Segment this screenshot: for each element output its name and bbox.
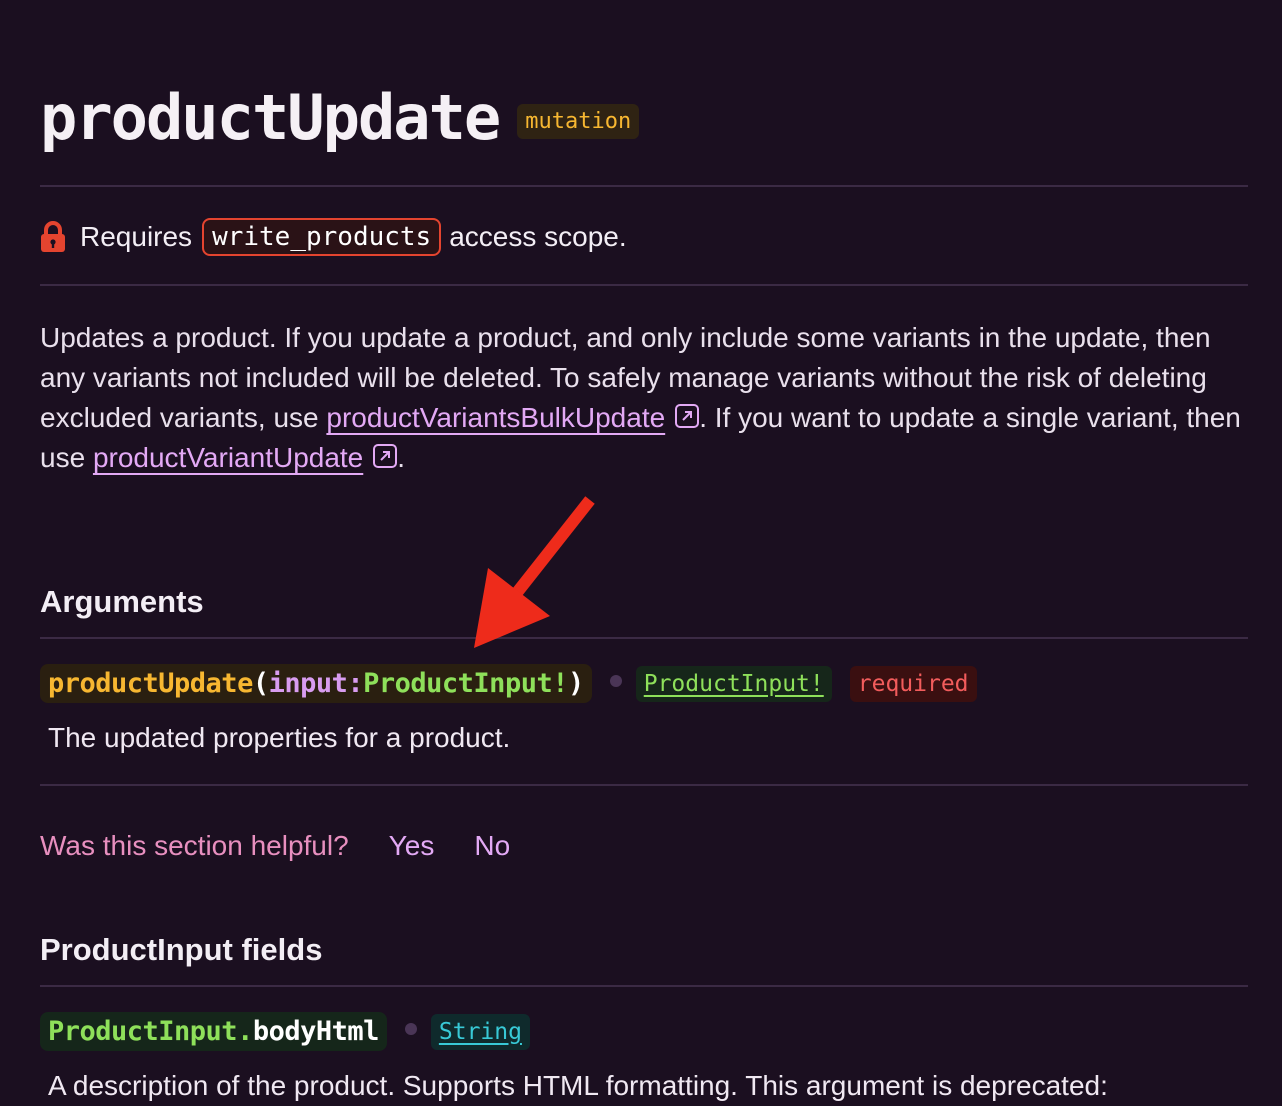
feedback-question: Was this section helpful?: [40, 830, 349, 861]
description-text: .: [397, 442, 406, 473]
product-variants-bulk-update-link[interactable]: productVariantsBulkUpdate: [326, 402, 665, 433]
signature-paren: (: [252, 668, 269, 699]
divider: [40, 985, 1248, 987]
signature-colon: :: [347, 668, 364, 699]
scope-prefix: Requires: [80, 221, 193, 252]
scope-suffix: access scope.: [449, 221, 627, 252]
string-type-link[interactable]: String: [430, 1013, 530, 1050]
field-type-prefix: ProductInput.: [48, 1016, 253, 1047]
field-description: A description of the product. Supports H…: [48, 1070, 1108, 1101]
feedback-prompt: Was this section helpful? Yes No: [40, 830, 510, 862]
signature-type: ProductInput!: [363, 668, 568, 699]
argument-description: The updated properties for a product.: [48, 722, 511, 753]
external-link-icon[interactable]: [373, 444, 398, 468]
signature-function: productUpdate: [48, 668, 253, 699]
argument-row: productUpdate(input:ProductInput!) Produ…: [40, 664, 977, 703]
page-header: productUpdate mutation: [40, 78, 640, 158]
feedback-yes-button[interactable]: Yes: [389, 830, 435, 862]
mutation-badge: mutation: [517, 103, 640, 139]
signature-arg: input: [268, 668, 348, 699]
required-badge: required: [849, 665, 977, 702]
divider: [40, 784, 1248, 786]
field-name: bodyHtml: [252, 1016, 380, 1047]
field-row: ProductInput.bodyHtml String: [40, 1012, 530, 1051]
arguments-heading: Arguments: [40, 584, 204, 619]
divider: [40, 185, 1248, 187]
page-title: productUpdate: [40, 81, 501, 154]
separator-dot: [609, 674, 622, 687]
divider: [40, 284, 1248, 286]
external-link-icon[interactable]: [675, 404, 700, 428]
access-scope-notice: Requires write_products access scope.: [40, 218, 627, 256]
product-input-type-link[interactable]: ProductInput!: [635, 665, 832, 702]
field-signature: ProductInput.bodyHtml: [40, 1012, 387, 1051]
divider: [40, 637, 1248, 639]
mutation-description: Updates a product. If you update a produ…: [40, 318, 1248, 478]
signature-paren: ): [567, 668, 584, 699]
feedback-no-button[interactable]: No: [474, 830, 510, 862]
argument-signature: productUpdate(input:ProductInput!): [40, 664, 592, 703]
lock-icon: [41, 221, 65, 252]
input-fields-heading: ProductInput fields: [40, 932, 323, 967]
separator-dot: [404, 1022, 417, 1035]
scope-code: write_products: [202, 218, 442, 256]
product-variant-update-link[interactable]: productVariantUpdate: [93, 442, 363, 473]
